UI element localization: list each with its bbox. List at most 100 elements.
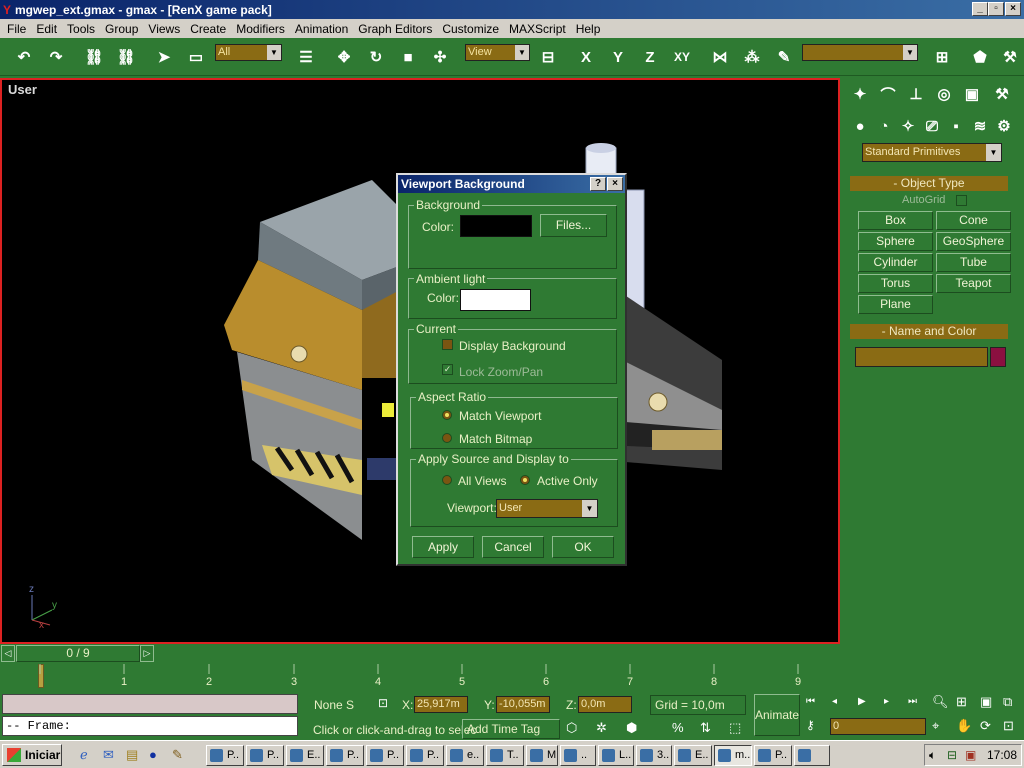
select-and-link-icon[interactable]: ⛓ [80,43,108,71]
spinner-snap-icon[interactable]: ⇅ [700,720,718,738]
x-coordinate-field[interactable]: 25,917m [414,696,468,713]
current-frame-field[interactable]: 0 [830,718,926,735]
pivot-center-icon[interactable]: ✣ [426,43,454,71]
desktop-quicklaunch-icon[interactable]: ✎ [172,747,188,763]
redo-icon[interactable]: ↷ [42,43,70,71]
task-button[interactable]: P.. [246,745,284,766]
cancel-button[interactable]: Cancel [482,536,544,558]
teapot-button[interactable]: Teapot [936,274,1011,293]
name-and-color-rollout[interactable]: - Name and Color [850,324,1008,339]
min-max-toggle-icon[interactable]: ⊡ [1003,718,1021,736]
y-coordinate-field[interactable]: -10,055m [496,696,550,713]
use-pivot-icon[interactable]: ⊟ [534,43,562,71]
menu-tools[interactable]: Tools [62,22,100,36]
next-frame-button-icon[interactable]: ▸ [884,696,902,712]
task-button[interactable]: P.. [754,745,792,766]
object-type-rollout[interactable]: - Object Type [850,176,1008,191]
display-background-checkbox[interactable] [442,339,453,350]
plane-button[interactable]: Plane [858,295,933,314]
add-time-tag-button[interactable]: Add Time Tag [462,719,560,739]
menu-modifiers[interactable]: Modifiers [231,22,290,36]
rotate-icon[interactable]: ↻ [362,43,390,71]
task-button[interactable]: P.. [366,745,404,766]
angle-snap-icon[interactable]: ⬢ [626,720,644,738]
frame-counter[interactable]: 0 / 9 [16,645,140,662]
go-to-end-icon[interactable]: ⏭ [908,696,926,712]
axis-xy-button[interactable]: XY [668,43,696,71]
modify-tab-icon[interactable]: ⌒ [874,80,902,108]
menu-customize[interactable]: Customize [437,22,504,36]
task-button[interactable]: P.. [406,745,444,766]
create-tab-icon[interactable]: ✦ [846,80,874,108]
menu-maxscript[interactable]: MAXScript [504,22,571,36]
schematic-view-icon[interactable]: ⊞ [928,43,956,71]
task-button-active[interactable]: m.. [714,745,752,766]
percent-snap-icon[interactable]: % [672,720,690,738]
go-to-start-icon[interactable]: ⏮ [806,696,824,712]
move-icon[interactable]: ✥ [330,43,358,71]
task-button[interactable]: M.. [526,745,558,766]
reference-coord-dropdown[interactable]: View ▼ [465,44,530,61]
media-quicklaunch-icon[interactable]: ● [149,747,165,763]
select-region-icon[interactable]: ▭ [182,43,210,71]
align-icon[interactable]: ✎ [770,43,798,71]
z-coordinate-field[interactable]: 0,0m [578,696,632,713]
field-of-view-icon[interactable]: ⌖ [932,718,950,736]
menu-create[interactable]: Create [185,22,231,36]
task-button[interactable]: T.. [486,745,524,766]
help-icon[interactable]: ? [590,177,606,191]
hierarchy-tab-icon[interactable]: ⊥ [902,80,930,108]
maxscript-listener-input[interactable]: -- Frame: [2,716,298,736]
mirror-icon[interactable]: ⋈ [706,43,734,71]
cylinder-button[interactable]: Cylinder [858,253,933,272]
menu-group[interactable]: Group [100,22,143,36]
utilities-tab-icon[interactable]: ⚒ [988,80,1016,108]
systems-icon[interactable]: ⚙ [990,112,1018,140]
viewport-dropdown[interactable]: User ▼ [496,499,598,518]
axis-z-button[interactable]: Z [636,43,664,71]
track-bar[interactable]: 1 2 3 4 5 6 7 8 9 [0,664,840,690]
window-crossing-icon[interactable]: ⬚ [729,720,747,738]
browser-quicklaunch-icon[interactable]: ℯ [80,747,96,763]
next-frame-icon[interactable]: ▷ [140,645,154,662]
torus-button[interactable]: Torus [858,274,933,293]
undo-icon[interactable]: ↶ [10,43,38,71]
display-tab-icon[interactable]: ▣ [958,80,986,108]
motion-tab-icon[interactable]: ◎ [930,80,958,108]
menu-animation[interactable]: Animation [290,22,353,36]
clock[interactable]: 17:08 [987,748,1017,762]
time-slider[interactable]: ◁ 0 / 9 ▷ [0,644,840,664]
cone-button[interactable]: Cone [936,211,1011,230]
pan-icon[interactable]: ✋ [956,718,974,736]
task-button[interactable]: e.. [446,745,484,766]
task-button[interactable] [794,745,830,766]
ok-button[interactable]: OK [552,536,614,558]
menu-graph-editors[interactable]: Graph Editors [353,22,437,36]
volume-icon[interactable]: 🔈︎ [929,748,936,763]
selection-filter-dropdown[interactable]: All ▼ [215,44,282,61]
close-icon[interactable]: × [607,177,623,191]
start-button[interactable]: Iniciar [2,744,62,766]
lock-zoom-pan-checkbox[interactable]: ✓ [442,364,453,375]
background-color-swatch[interactable] [460,215,532,237]
maxscript-listener-top[interactable] [2,694,298,714]
apply-button[interactable]: Apply [412,536,474,558]
close-button[interactable]: × [1005,2,1021,16]
snap-toggle-icon[interactable]: ✲ [596,720,614,738]
axis-y-button[interactable]: Y [604,43,632,71]
lock-selection-icon[interactable]: ⊡ [378,696,396,712]
zoom-extents-all-icon[interactable]: ⧉ [1003,694,1021,712]
box-button[interactable]: Box [858,211,933,230]
maximize-button[interactable]: ▫ [988,2,1004,16]
play-icon[interactable]: ▶ [858,696,876,712]
geosphere-button[interactable]: GeoSphere [936,232,1011,251]
match-viewport-radio[interactable] [442,410,452,420]
array-icon[interactable]: ⁂ [738,43,766,71]
select-object-icon[interactable]: ➤ [150,43,178,71]
all-views-radio[interactable] [442,475,452,485]
unlink-icon[interactable]: ⛓ [112,43,140,71]
ambient-color-swatch[interactable] [460,289,531,311]
network-icon[interactable]: ⊟ [947,748,957,762]
task-button[interactable]: E.. [674,745,712,766]
task-button[interactable]: .. [560,745,596,766]
